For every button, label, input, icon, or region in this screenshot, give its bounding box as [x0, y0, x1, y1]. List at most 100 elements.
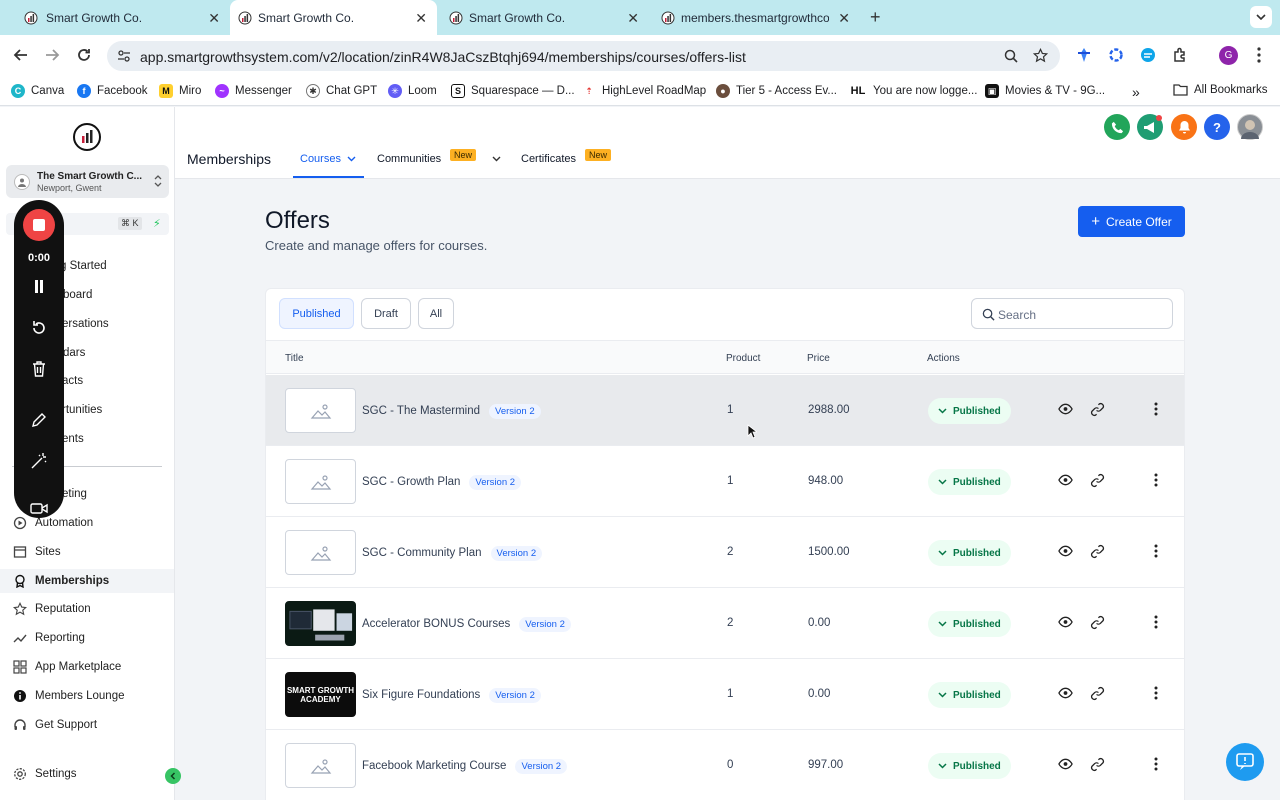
sidebar-item-reporting[interactable]: Reporting [12, 627, 172, 649]
bookmark-item[interactable]: C Canva [11, 84, 64, 98]
close-tab-icon[interactable]: ✕ [415, 10, 427, 27]
pause-icon[interactable] [34, 280, 44, 293]
offer-title[interactable]: Six Figure Foundations Version 2 [362, 688, 541, 703]
bookmark-item[interactable]: M Miro [159, 84, 201, 98]
bookmark-item[interactable]: f Facebook [77, 84, 148, 98]
reload-icon[interactable] [76, 47, 92, 63]
tab-courses[interactable]: Courses [300, 153, 356, 165]
extension-icon[interactable] [1140, 47, 1156, 63]
filter-tab-draft[interactable]: Draft [361, 298, 411, 329]
bell-icon[interactable] [1171, 114, 1197, 140]
link-icon[interactable] [1090, 544, 1105, 559]
restart-icon[interactable] [30, 319, 48, 337]
more-options-icon[interactable] [1154, 402, 1158, 416]
status-badge[interactable]: Published [928, 682, 1011, 708]
bookmark-item[interactable]: ● Tier 5 - Access Ev... [716, 84, 837, 98]
offer-title[interactable]: SGC - Community Plan Version 2 [362, 546, 543, 561]
more-bookmarks-icon[interactable]: » [1132, 84, 1140, 100]
more-options-icon[interactable] [1154, 544, 1158, 558]
account-switcher[interactable]: The Smart Growth C... Newport, Gwent [6, 165, 169, 198]
close-tab-icon[interactable]: ✕ [838, 10, 850, 27]
browser-tab[interactable]: Smart Growth Co. ✕ [0, 0, 230, 35]
forward-arrow-icon[interactable] [44, 47, 60, 63]
status-badge[interactable]: Published [928, 611, 1011, 637]
bookmark-item[interactable]: ~ Messenger [215, 84, 292, 98]
search-input[interactable]: Search [971, 298, 1173, 329]
link-icon[interactable] [1090, 686, 1105, 701]
browser-tab-active[interactable]: Smart Growth Co. ✕ [230, 0, 437, 35]
tab-certificates[interactable]: Certificates [521, 153, 576, 165]
profile-avatar[interactable]: G [1219, 46, 1238, 65]
offer-title[interactable]: Facebook Marketing Course Version 2 [362, 759, 568, 774]
more-options-icon[interactable] [1154, 686, 1158, 700]
eye-icon[interactable] [1058, 758, 1073, 770]
stop-recording-button[interactable] [23, 209, 55, 241]
status-badge[interactable]: Published [928, 398, 1011, 424]
extensions-puzzle-icon[interactable] [1172, 47, 1188, 63]
bookmark-star-icon[interactable] [1033, 48, 1048, 63]
pen-icon[interactable] [31, 412, 47, 428]
address-bar[interactable]: app.smartgrowthsystem.com/v2/location/zi… [107, 41, 1060, 71]
lightning-icon[interactable]: ⚡ [153, 217, 161, 230]
sidebar-item-settings[interactable]: Settings [12, 763, 172, 785]
link-icon[interactable] [1090, 402, 1105, 417]
offer-title[interactable]: SGC - Growth Plan Version 2 [362, 475, 522, 490]
bookmark-item[interactable]: ▣ Movies & TV - 9G... [985, 84, 1105, 98]
offer-title[interactable]: Accelerator BONUS Courses Version 2 [362, 617, 571, 632]
phone-icon[interactable] [1104, 114, 1130, 140]
sidebar-item-memberships[interactable]: Memberships [0, 569, 174, 593]
eye-icon[interactable] [1058, 545, 1073, 557]
eye-icon[interactable] [1058, 616, 1073, 628]
eye-icon[interactable] [1058, 474, 1073, 486]
effects-icon[interactable] [30, 452, 48, 470]
sidebar-item-reputation[interactable]: Reputation [12, 598, 172, 620]
filter-tab-all[interactable]: All [418, 298, 454, 329]
tab-communities[interactable]: Communities [377, 153, 441, 165]
bookmark-item[interactable]: ✳ Loom [388, 84, 437, 98]
table-row[interactable]: SGC - Community Plan Version 2 2 1500.00 Pub… [266, 517, 1184, 588]
bookmark-item[interactable]: S Squarespace — D... [451, 84, 575, 98]
table-row[interactable]: Facebook Marketing Course Version 2 0 997.0… [266, 730, 1184, 800]
more-options-icon[interactable] [1154, 757, 1158, 771]
table-row[interactable]: Accelerator BONUS Courses Version 2 2 0.00 P… [266, 588, 1184, 659]
browser-tab[interactable]: Smart Growth Co. ✕ [437, 0, 649, 35]
sidebar-item-get-support[interactable]: Get Support [12, 714, 172, 736]
close-tab-icon[interactable]: ✕ [627, 10, 639, 27]
all-bookmarks-folder[interactable]: All Bookmarks [1173, 84, 1268, 96]
new-tab-icon[interactable]: + [870, 7, 881, 28]
bookmark-item[interactable]: ⇡ HighLevel RoadMap [582, 84, 706, 98]
bookmark-item[interactable]: ✱ Chat GPT [306, 84, 377, 98]
eye-icon[interactable] [1058, 403, 1073, 415]
link-icon[interactable] [1090, 757, 1105, 772]
status-badge[interactable]: Published [928, 540, 1011, 566]
trash-icon[interactable] [31, 360, 47, 377]
table-row[interactable]: SGC - Growth Plan Version 2 1 948.00 Publish… [266, 446, 1184, 517]
filter-tab-published[interactable]: Published [279, 298, 354, 329]
table-row[interactable]: SGC - The Mastermind Version 2 1 2988.00 Pub… [266, 375, 1184, 446]
sidebar-item-members-lounge[interactable]: Members Lounge [12, 685, 172, 707]
create-offer-button[interactable]: + Create Offer [1078, 206, 1185, 237]
chat-widget-button[interactable] [1226, 743, 1264, 781]
bookmark-item[interactable]: HL You are now logge... [849, 84, 977, 98]
chevron-down-icon[interactable] [492, 156, 501, 162]
extension-icon[interactable] [1108, 47, 1124, 63]
site-settings-icon[interactable] [117, 49, 131, 63]
link-icon[interactable] [1090, 473, 1105, 488]
more-options-icon[interactable] [1154, 615, 1158, 629]
camera-icon[interactable] [30, 502, 48, 514]
offer-title[interactable]: SGC - The Mastermind Version 2 [362, 404, 541, 419]
sidebar-item-app-marketplace[interactable]: App Marketplace [12, 656, 172, 678]
help-icon[interactable]: ? [1204, 114, 1230, 140]
close-tab-icon[interactable]: ✕ [208, 10, 220, 27]
status-badge[interactable]: Published [928, 753, 1011, 779]
tab-search-chevron-icon[interactable] [1250, 6, 1272, 28]
status-badge[interactable]: Published [928, 469, 1011, 495]
kebab-menu-icon[interactable] [1257, 47, 1261, 63]
megaphone-icon[interactable] [1137, 114, 1163, 140]
more-options-icon[interactable] [1154, 473, 1158, 487]
zoom-icon[interactable] [1004, 49, 1018, 63]
table-row[interactable]: SMART GROWTH ACADEMY Six Figure Foundatio… [266, 659, 1184, 730]
browser-tab[interactable]: members.thesmartgrowthco.c ✕ [649, 0, 860, 35]
back-arrow-icon[interactable] [13, 47, 29, 63]
sidebar-item-sites[interactable]: Sites [12, 541, 172, 563]
